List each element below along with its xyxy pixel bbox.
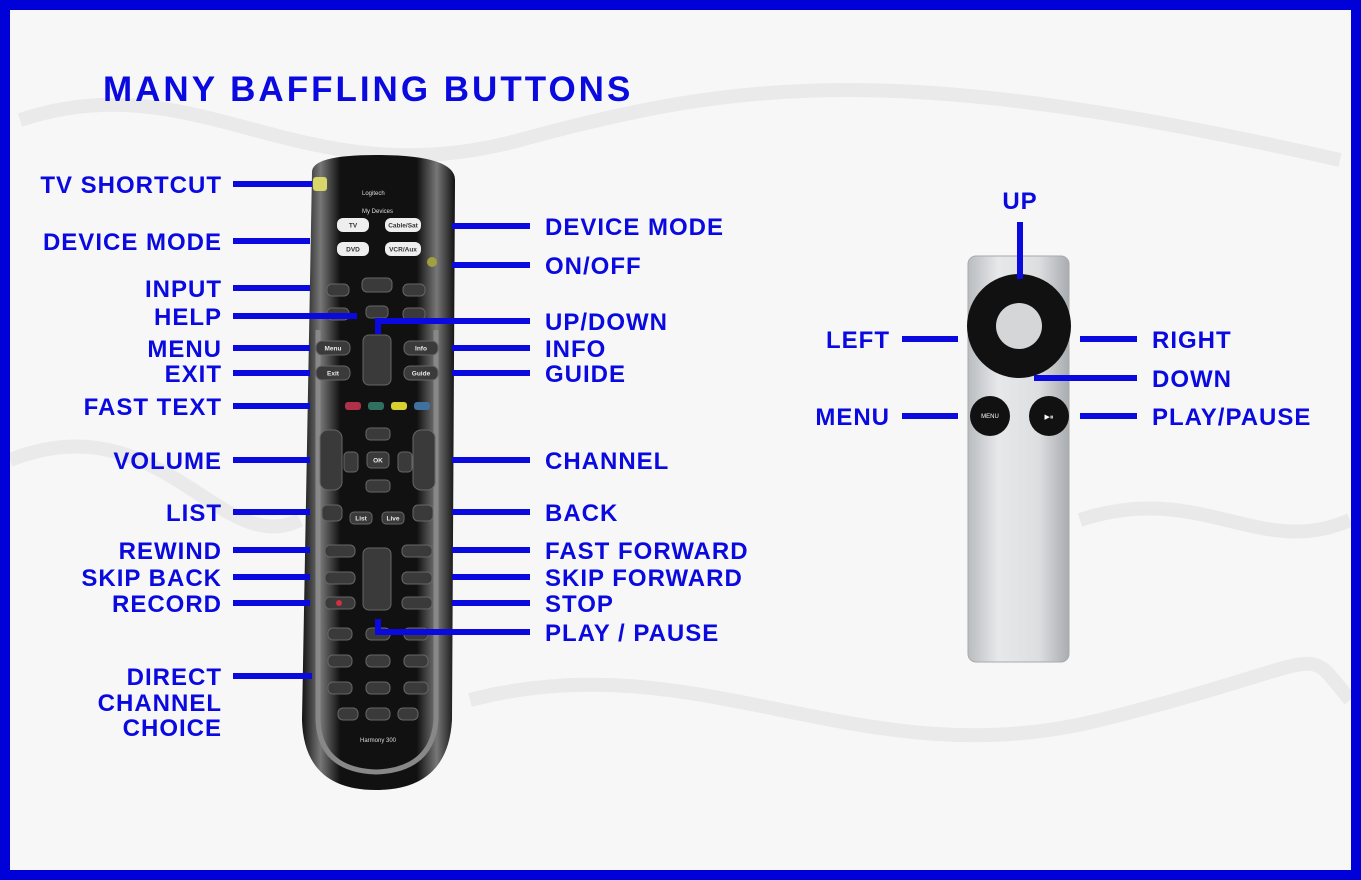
label-up: UP xyxy=(1002,188,1037,215)
right-label: PLAY / PAUSE xyxy=(545,620,719,647)
list-button-text: List xyxy=(355,516,367,523)
right-label: DEVICE MODE xyxy=(545,214,724,241)
menu-button-text: MENU xyxy=(981,414,999,420)
model-label: Harmony 300 xyxy=(360,738,397,744)
right-label: INFO xyxy=(545,336,606,363)
my-devices-label: My Devices xyxy=(362,209,393,215)
power-icon xyxy=(427,257,437,267)
label-left: LEFT xyxy=(826,327,890,354)
left-label: FAST TEXT xyxy=(84,394,222,421)
brand-logo: Logitech xyxy=(362,191,385,197)
live-button-text: Live xyxy=(386,516,399,523)
left-label: INPUT xyxy=(145,276,222,303)
left-label: HELP xyxy=(154,304,222,331)
direct-channel-callout: DIRECT CHANNEL CHOICE xyxy=(98,664,312,742)
right-label: UP/DOWN xyxy=(545,309,668,336)
label-right: RIGHT xyxy=(1152,327,1232,354)
label-choice: CHOICE xyxy=(123,715,222,742)
left-label: EXIT xyxy=(165,361,222,388)
right-label: ON/OFF xyxy=(545,253,642,280)
right-label: CHANNEL xyxy=(545,448,669,475)
right-label: GUIDE xyxy=(545,361,626,388)
right-label: SKIP FORWARD xyxy=(545,565,743,592)
info-button-text: Info xyxy=(415,346,427,353)
infographic: MANY BAFFLING BUTTONS Logitech My Device… xyxy=(0,0,1361,880)
frame-border xyxy=(0,0,1361,880)
harmony-remote: Logitech My Devices TV Cable/Sat DVD VCR… xyxy=(302,155,455,790)
left-label: MENU xyxy=(147,336,222,363)
right-label: STOP xyxy=(545,591,614,618)
right-label: BACK xyxy=(545,500,618,527)
apple-remote: MENU ▶⏸ xyxy=(967,255,1071,663)
exit-button-text: Exit xyxy=(327,371,340,378)
label-play-pause: PLAY/PAUSE xyxy=(1152,404,1311,431)
right-label: FAST FORWARD xyxy=(545,538,749,565)
label-down: DOWN xyxy=(1152,366,1232,393)
label-channel: CHANNEL xyxy=(98,690,222,717)
left-label: REWIND xyxy=(119,538,222,565)
tv-shortcut-icon xyxy=(313,177,327,191)
tv-button-text: TV xyxy=(349,223,358,230)
left-label: VOLUME xyxy=(113,448,222,475)
label-menu: MENU xyxy=(815,404,890,431)
vcr-button-text: VCR/Aux xyxy=(389,247,417,254)
guide-button-text: Guide xyxy=(412,371,431,378)
left-label: TV SHORTCUT xyxy=(40,172,222,199)
left-label: LIST xyxy=(166,500,222,527)
left-label: SKIP BACK xyxy=(81,565,222,592)
diagram-canvas: MANY BAFFLING BUTTONS Logitech My Device… xyxy=(0,0,1361,880)
cable-button-text: Cable/Sat xyxy=(388,223,418,230)
left-label: DEVICE MODE xyxy=(43,229,222,256)
left-label: RECORD xyxy=(112,591,222,618)
page-title: MANY BAFFLING BUTTONS xyxy=(103,70,633,109)
play-button-text: ▶⏸ xyxy=(1045,413,1054,421)
ok-button-text: OK xyxy=(373,458,383,465)
label-direct: DIRECT xyxy=(127,664,222,691)
dvd-button-text: DVD xyxy=(346,247,360,254)
menu-button-text: Menu xyxy=(325,346,342,353)
